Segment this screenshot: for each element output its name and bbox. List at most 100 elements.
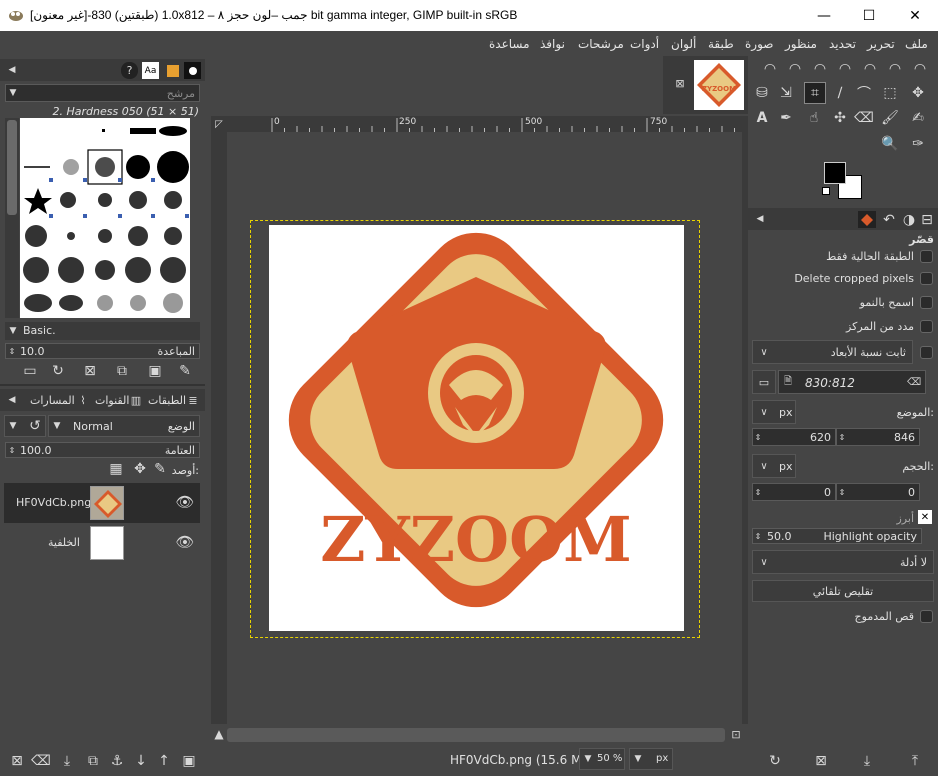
menu-select[interactable]: تحديد xyxy=(829,37,856,51)
position-y-field[interactable]: ⇕ 846 xyxy=(836,428,920,446)
new-layer-icon[interactable]: ▣ xyxy=(180,752,198,770)
paintbrush-icon[interactable]: 🖌 xyxy=(880,108,900,128)
help-icon[interactable]: ? xyxy=(121,62,138,79)
canvas-viewport[interactable]: ZYZOOM xyxy=(227,132,742,724)
transform-icon[interactable]: ⇲ xyxy=(776,83,796,103)
lock-position-icon[interactable]: ✥ xyxy=(132,461,148,477)
highlight-opacity-slider[interactable]: ⇕ 50.0 Highlight opacity xyxy=(752,528,922,544)
scrollbar-thumb[interactable] xyxy=(7,120,17,215)
spin-arrows-icon[interactable]: ⇕ xyxy=(753,485,763,499)
allow-growing-checkbox[interactable] xyxy=(920,296,933,309)
duplicate-layer-icon[interactable]: ⧉ xyxy=(84,752,102,770)
anchor-icon[interactable]: ⚓ xyxy=(108,752,126,770)
aspect-ratio-field[interactable]: 🗎 830:812 ⌫ xyxy=(778,370,926,394)
duplicate-brush-icon[interactable]: ⧉ xyxy=(112,362,132,380)
layer-row[interactable]: الخلفية 👁 xyxy=(4,523,200,563)
clear-field-icon[interactable]: ⌫ xyxy=(907,375,921,389)
delete-preset-icon[interactable]: ⊠ xyxy=(812,752,830,770)
dodge-icon[interactable]: ◠ xyxy=(885,59,905,79)
spin-arrows-icon[interactable]: ⇕ xyxy=(7,344,17,358)
ink-icon[interactable]: ✍ xyxy=(908,108,928,128)
auto-shrink-button[interactable]: تقليص تلقائي xyxy=(752,580,934,602)
smudge-tool-icon[interactable]: ☝ xyxy=(804,108,824,128)
fixed-aspect-checkbox[interactable] xyxy=(920,346,933,359)
save-preset-icon[interactable]: ⤒ xyxy=(906,752,924,770)
menu-image[interactable]: صورة xyxy=(745,37,773,51)
free-select-icon[interactable]: ⌒ xyxy=(854,83,874,103)
rect-select-icon[interactable]: ⬚ xyxy=(880,83,900,103)
default-colors-icon[interactable] xyxy=(822,187,830,195)
horizontal-scrollbar[interactable] xyxy=(227,728,725,742)
minimize-button[interactable]: — xyxy=(801,0,847,31)
warp-icon[interactable]: ◠ xyxy=(810,59,830,79)
menu-file[interactable]: ملف xyxy=(905,37,928,51)
size-unit-combo[interactable]: ∨ px xyxy=(752,454,796,478)
current-layer-only-checkbox[interactable] xyxy=(920,250,933,263)
bucket-fill-icon[interactable]: ⛁ xyxy=(752,83,772,103)
delete-brush-icon[interactable]: ⊠ xyxy=(80,362,100,380)
pattern-icon[interactable] xyxy=(164,62,181,79)
edit-brush-icon[interactable]: ▭ xyxy=(20,362,40,380)
reset-icon[interactable]: ↻ xyxy=(766,752,784,770)
size-h-field[interactable]: ⇕ 0 xyxy=(836,483,920,501)
fixed-aspect-combo[interactable]: ∨ ثابت نسبة الأبعاد xyxy=(752,340,913,364)
clone-icon[interactable]: ◠ xyxy=(835,59,855,79)
dock-menu-arrow-icon[interactable]: ◀ xyxy=(5,62,19,78)
spin-arrows-icon[interactable]: ⇕ xyxy=(753,529,763,543)
guides-combo[interactable]: ∨ لا أدلة xyxy=(752,550,934,574)
tab-paths[interactable]: المسارات xyxy=(30,394,75,407)
tool-options-tab-icon[interactable]: ⊟ xyxy=(918,211,936,228)
dock-menu-arrow-icon[interactable]: ◀ xyxy=(753,211,767,227)
position-x-field[interactable]: ⇕ 620 xyxy=(752,428,836,446)
close-tab-icon[interactable]: ⊠ xyxy=(673,76,687,90)
spin-arrows-icon[interactable]: ⇕ xyxy=(753,430,763,444)
maximize-button[interactable]: ☐ xyxy=(846,0,892,31)
clear-icon[interactable]: ⌫ xyxy=(31,752,51,770)
layer-row[interactable]: HF0VdCb.png 👁 xyxy=(4,483,200,523)
measure-icon[interactable]: ∕ xyxy=(830,83,850,103)
zoom-fit-icon[interactable]: ⊡ xyxy=(728,726,744,742)
menu-filters[interactable]: مرشحات xyxy=(578,37,624,51)
zoom-tool-icon[interactable]: 🔍 xyxy=(880,134,900,154)
spin-arrows-icon[interactable]: ⇕ xyxy=(837,430,847,444)
brush-edit-icon[interactable]: ✎ xyxy=(175,362,195,380)
spin-arrows-icon[interactable]: ⇕ xyxy=(837,485,847,499)
move-tool-icon[interactable]: ✥ xyxy=(908,83,928,103)
foreground-color[interactable] xyxy=(824,162,846,184)
tab-layers[interactable]: الطبقات xyxy=(148,394,186,407)
new-brush-icon[interactable]: ▣ xyxy=(145,362,165,380)
undo-history-icon[interactable]: ↶ xyxy=(880,211,898,228)
fuzzy-select-icon[interactable]: ◠ xyxy=(760,59,780,79)
blur-icon[interactable]: ◠ xyxy=(910,59,930,79)
layer-opacity-slider[interactable]: ⇕ 100.0 العتامة xyxy=(5,442,200,458)
delete-cropped-checkbox[interactable] xyxy=(920,272,933,285)
brush-scrollbar[interactable] xyxy=(5,118,19,318)
eye-icon[interactable]: 👁 xyxy=(174,533,196,551)
raise-layer-icon[interactable]: ↑ xyxy=(155,752,173,770)
layer-mode-combo[interactable]: ▼ Normal الوضع xyxy=(48,415,200,437)
dock-menu-arrow-icon[interactable]: ◀ xyxy=(5,392,19,408)
close-window-button[interactable]: ✕ xyxy=(892,0,938,31)
highlight-checkbox[interactable]: ✕ xyxy=(918,510,932,524)
crop-tool-icon[interactable]: ⌗ xyxy=(804,82,826,104)
lock-alpha-icon[interactable]: ▦ xyxy=(108,461,124,477)
image-canvas[interactable]: ZYZOOM xyxy=(269,225,684,631)
menu-view[interactable]: منظور xyxy=(785,37,817,51)
brush-tag-combo[interactable]: ▼ Basic. xyxy=(5,322,200,340)
spin-arrows-icon[interactable]: ⇕ xyxy=(7,443,17,457)
brush-spacing-slider[interactable]: ⇕ 10.0 المباعدة xyxy=(5,343,200,359)
eye-icon[interactable]: 👁 xyxy=(174,493,196,511)
navigate-icon[interactable]: ▲ xyxy=(211,726,227,742)
menu-tools[interactable]: أدوات xyxy=(630,37,659,51)
menu-layer[interactable]: طبقة xyxy=(708,37,734,51)
tab-channels[interactable]: القنوات xyxy=(95,394,129,407)
paths-tool-icon[interactable]: ✒ xyxy=(776,108,796,128)
eraser-icon[interactable]: ⌫ xyxy=(854,108,874,128)
brush-filter-field[interactable]: ▼ مرشح xyxy=(5,84,200,102)
image-tab[interactable]: ⊠ ZYZOOM xyxy=(663,56,748,114)
brush-tab-icon[interactable] xyxy=(184,62,201,79)
menu-colors[interactable]: ألوان xyxy=(671,37,696,51)
restore-preset-icon[interactable]: ⤓ xyxy=(858,752,876,770)
brush-grid[interactable] xyxy=(20,118,190,318)
heal-tool-icon[interactable]: ✣ xyxy=(830,108,850,128)
